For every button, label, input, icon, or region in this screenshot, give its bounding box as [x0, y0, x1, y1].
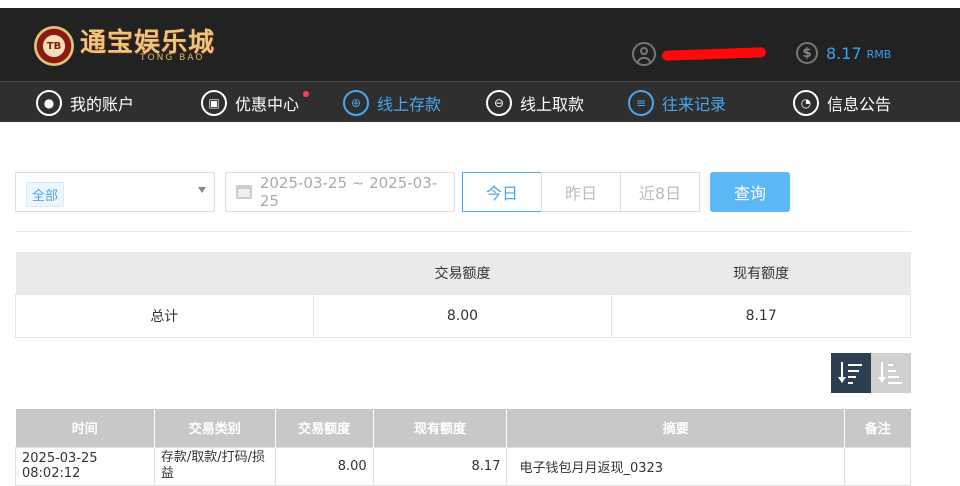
user-info[interactable]	[632, 42, 767, 66]
selected-type-tag: 全部	[26, 182, 65, 207]
user-icon: ●	[36, 90, 62, 116]
records-icon: ≡	[628, 90, 654, 116]
column-header-balance: 现有额度	[373, 409, 508, 447]
column-header-type: 交易类别	[154, 409, 276, 447]
nav-online-deposit[interactable]: ⊕ 线上存款	[343, 89, 441, 117]
nav-my-account[interactable]: ● 我的账户	[36, 89, 134, 117]
casino-chip-logo-icon: TB	[34, 26, 74, 66]
balance-value: 8.17	[826, 43, 862, 63]
date-range-picker[interactable]: 2025-03-25 ~ 2025-03-25	[225, 172, 455, 212]
sort-descending-icon	[838, 362, 863, 384]
quick-yesterday-button[interactable]: 昨日	[541, 172, 621, 212]
nav-online-withdraw[interactable]: ⊖ 线上取款	[486, 89, 584, 117]
column-header-time: 时间	[15, 409, 155, 447]
dollar-coin-icon: $	[796, 42, 818, 64]
quick-last-8-days-button[interactable]: 近8日	[620, 172, 700, 212]
bell-icon: ◔	[793, 90, 819, 116]
detail-header-row: 时间 交易类别 交易额度 现有额度 摘要 备注	[15, 409, 911, 447]
transaction-detail-table: 时间 交易类别 交易额度 现有额度 摘要 备注 2025-03-25 08:02…	[15, 409, 911, 486]
deposit-icon: ⊕	[343, 90, 369, 116]
wallet-balance: $ 8.17 RMB	[796, 42, 891, 64]
cell-amount: 8.00	[274, 446, 374, 486]
divider	[15, 231, 911, 232]
site-logo[interactable]: TB 通宝娱乐城 TONG BAO	[34, 25, 215, 67]
sort-ascending-icon	[878, 362, 903, 384]
calendar-icon	[236, 185, 252, 199]
brand-name-en: TONG BAO	[140, 52, 205, 63]
chevron-down-icon	[198, 187, 206, 193]
balance-currency: RMB	[866, 48, 892, 61]
query-button[interactable]: 查询	[710, 172, 790, 212]
withdraw-icon: ⊖	[486, 90, 512, 116]
summary-cell: 8.00	[312, 293, 613, 338]
main-nav: ● 我的账户 ▣ 优惠中心 ⊕ 线上存款 ⊖ 线上取款 ≡ 往来记录 ◔ 信息公…	[0, 81, 960, 122]
column-header-amount: 交易额度	[275, 409, 374, 447]
notification-dot	[303, 91, 310, 97]
summary-total-row: 总计 8.00 8.17	[15, 293, 911, 338]
top-strip	[0, 0, 960, 8]
nav-promotions[interactable]: ▣ 优惠中心	[201, 89, 310, 117]
summary-header: 现有额度	[611, 252, 911, 294]
cell-remark	[844, 446, 911, 486]
summary-header	[15, 252, 314, 294]
site-header: TB 通宝娱乐城 TONG BAO $ 8.17 RMB	[0, 8, 960, 81]
sort-ascending-button[interactable]	[871, 353, 911, 393]
summary-cell: 8.17	[611, 293, 911, 338]
summary-table: 交易额度 现有额度 总计 8.00 8.17	[15, 252, 911, 338]
sort-descending-button[interactable]	[831, 353, 871, 393]
quick-today-button[interactable]: 今日	[462, 172, 542, 212]
nav-transaction-records[interactable]: ≡ 往来记录	[628, 89, 726, 117]
date-range-value: 2025-03-25 ~ 2025-03-25	[259, 174, 438, 210]
transaction-type-select[interactable]: 全部	[15, 172, 215, 212]
redacted-username	[661, 47, 767, 61]
gift-icon: ▣	[201, 90, 227, 116]
column-header-remark: 备注	[844, 409, 911, 447]
cell-summary: 电子钱包月月返现_0323	[506, 446, 846, 486]
nav-announcements[interactable]: ◔ 信息公告	[793, 89, 891, 117]
brand-name-cn: 通宝娱乐城	[80, 27, 216, 58]
table-row: 2025-03-25 08:02:12 存款/取款/打码/损益 8.00 8.1…	[15, 446, 911, 486]
cell-balance: 8.17	[372, 446, 508, 486]
cell-type: 存款/取款/打码/损益	[153, 446, 276, 486]
summary-cell: 总计	[15, 293, 314, 338]
cell-time: 2025-03-25 08:02:12	[15, 446, 155, 486]
user-avatar-icon	[632, 42, 656, 66]
summary-header-row: 交易额度 现有额度	[15, 252, 911, 294]
summary-header: 交易额度	[313, 252, 612, 294]
column-header-summary: 摘要	[506, 409, 846, 447]
